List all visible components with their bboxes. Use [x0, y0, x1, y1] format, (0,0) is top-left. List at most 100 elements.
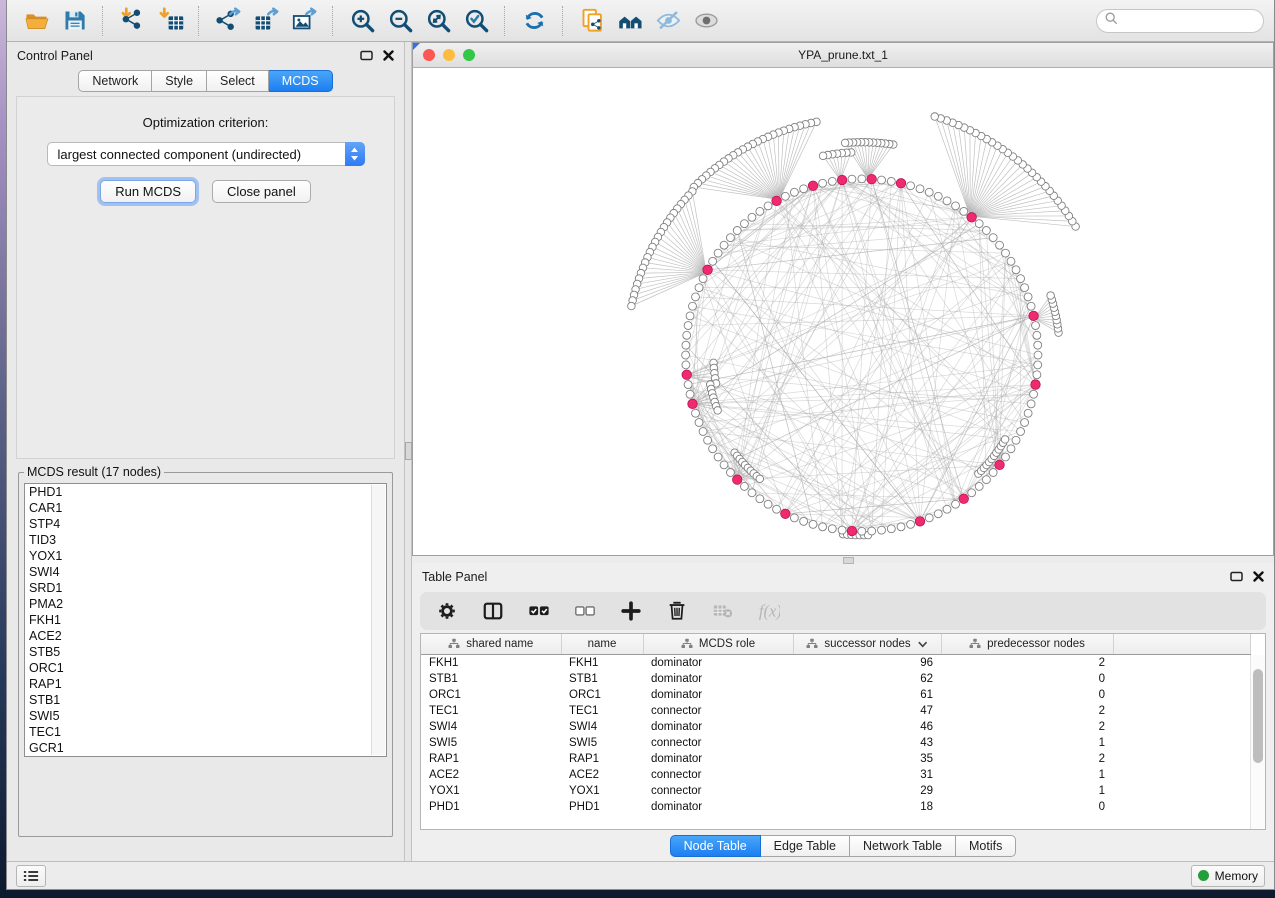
close-panel-button[interactable]: Close panel [212, 180, 311, 203]
cell-name[interactable]: PHD1 [561, 799, 643, 815]
cell-name[interactable]: SWI4 [561, 719, 643, 735]
refresh-button[interactable] [515, 5, 553, 37]
export-table-button[interactable] [247, 5, 285, 37]
table-row[interactable]: YOX1YOX1connector291 [421, 783, 1251, 799]
cell-successor_nodes[interactable]: 43 [793, 735, 941, 751]
cell-name[interactable]: FKH1 [561, 655, 643, 672]
tab-mcds[interactable]: MCDS [269, 70, 333, 92]
show-all-button[interactable] [687, 5, 725, 37]
close-table-panel-icon[interactable] [1253, 571, 1264, 582]
first-neighbors-button[interactable] [611, 5, 649, 37]
cell-predecessor_nodes[interactable]: 1 [941, 767, 1113, 783]
cell-predecessor_nodes[interactable]: 2 [941, 655, 1113, 672]
minimize-window-button[interactable] [443, 49, 455, 61]
zoom-out-button[interactable] [381, 5, 419, 37]
cell-shared_name[interactable]: TEC1 [421, 703, 561, 719]
cell-predecessor_nodes[interactable]: 1 [941, 735, 1113, 751]
cell-predecessor_nodes[interactable]: 2 [941, 719, 1113, 735]
mcds-result-item[interactable]: FKH1 [25, 612, 386, 628]
cell-mcds_role[interactable]: dominator [643, 655, 793, 672]
search-field[interactable] [1096, 9, 1264, 33]
cell-shared_name[interactable]: ACE2 [421, 767, 561, 783]
search-input[interactable] [1123, 13, 1255, 29]
save-session-button[interactable] [55, 5, 93, 37]
cell-successor_nodes[interactable]: 18 [793, 799, 941, 815]
mcds-result-item[interactable]: STB1 [25, 692, 386, 708]
cell-predecessor_nodes[interactable]: 0 [941, 799, 1113, 815]
network-window-titlebar[interactable]: YPA_prune.txt_1 [413, 43, 1273, 68]
mcds-result-item[interactable]: SWI5 [25, 708, 386, 724]
mcds-result-item[interactable]: CAR1 [25, 500, 386, 516]
cell-predecessor_nodes[interactable]: 0 [941, 687, 1113, 703]
mcds-result-item[interactable]: SRD1 [25, 580, 386, 596]
zoom-fit-button[interactable] [419, 5, 457, 37]
table-row[interactable]: RAP1RAP1dominator352 [421, 751, 1251, 767]
split-columns-button[interactable] [482, 600, 504, 622]
table-tab-node-table[interactable]: Node Table [670, 835, 761, 857]
table-tab-network-table[interactable]: Network Table [850, 835, 956, 857]
cell-successor_nodes[interactable]: 62 [793, 671, 941, 687]
cell-mcds_role[interactable]: connector [643, 703, 793, 719]
cell-mcds_role[interactable]: dominator [643, 719, 793, 735]
cell-mcds_role[interactable]: dominator [643, 751, 793, 767]
select-all-button[interactable] [528, 600, 550, 622]
mcds-result-item[interactable]: SWI4 [25, 564, 386, 580]
cell-name[interactable]: RAP1 [561, 751, 643, 767]
table-row[interactable]: SWI5SWI5connector431 [421, 735, 1251, 751]
cell-shared_name[interactable]: YOX1 [421, 783, 561, 799]
zoom-in-button[interactable] [343, 5, 381, 37]
cell-successor_nodes[interactable]: 31 [793, 767, 941, 783]
horizontal-splitter-handle[interactable] [843, 557, 854, 564]
task-history-button[interactable] [16, 865, 46, 887]
mcds-result-item[interactable]: YOX1 [25, 548, 386, 564]
tab-style[interactable]: Style [152, 70, 207, 92]
horizontal-splitter[interactable] [412, 556, 1274, 563]
zoom-window-button[interactable] [463, 49, 475, 61]
cell-successor_nodes[interactable]: 46 [793, 719, 941, 735]
cell-mcds_role[interactable]: connector [643, 735, 793, 751]
run-mcds-button[interactable]: Run MCDS [100, 180, 196, 203]
cell-successor_nodes[interactable]: 47 [793, 703, 941, 719]
cell-predecessor_nodes[interactable]: 1 [941, 783, 1113, 799]
float-table-panel-icon[interactable] [1230, 571, 1243, 582]
zoom-selected-button[interactable] [457, 5, 495, 37]
cell-predecessor_nodes[interactable]: 2 [941, 703, 1113, 719]
table-scrollbar[interactable] [1250, 655, 1265, 829]
cell-successor_nodes[interactable]: 96 [793, 655, 941, 672]
cell-name[interactable]: STB1 [561, 671, 643, 687]
cell-successor_nodes[interactable]: 29 [793, 783, 941, 799]
table-row[interactable]: PHD1PHD1dominator180 [421, 799, 1251, 815]
mcds-result-item[interactable]: TEC1 [25, 724, 386, 740]
mcds-result-item[interactable]: PHD1 [25, 484, 386, 500]
cell-mcds_role[interactable]: dominator [643, 799, 793, 815]
cell-name[interactable]: ORC1 [561, 687, 643, 703]
cell-predecessor_nodes[interactable]: 0 [941, 671, 1113, 687]
cell-shared_name[interactable]: SWI4 [421, 719, 561, 735]
cell-shared_name[interactable]: SWI5 [421, 735, 561, 751]
cell-name[interactable]: ACE2 [561, 767, 643, 783]
cell-mcds_role[interactable]: connector [643, 767, 793, 783]
vertical-splitter[interactable] [404, 42, 412, 861]
table-row[interactable]: SWI4SWI4dominator462 [421, 719, 1251, 735]
table-row[interactable]: STB1STB1dominator620 [421, 671, 1251, 687]
import-network-button[interactable] [113, 5, 151, 37]
deselect-all-button[interactable] [574, 600, 596, 622]
cell-mcds_role[interactable]: connector [643, 783, 793, 799]
column-header-shared-name[interactable]: shared name [421, 634, 561, 655]
column-header-name[interactable]: name [561, 634, 643, 655]
tab-select[interactable]: Select [207, 70, 269, 92]
table-scrollbar-thumb[interactable] [1253, 669, 1263, 763]
mcds-result-list[interactable]: PHD1CAR1STP4TID3YOX1SWI4SRD1PMA2FKH1ACE2… [24, 483, 387, 757]
hide-selected-button[interactable] [649, 5, 687, 37]
table-row[interactable]: FKH1FKH1dominator962 [421, 655, 1251, 672]
tab-network[interactable]: Network [78, 70, 152, 92]
memory-button[interactable]: Memory [1191, 865, 1265, 887]
mcds-list-scrollbar[interactable] [371, 485, 385, 755]
export-network-button[interactable] [209, 5, 247, 37]
create-column-button[interactable] [620, 600, 642, 622]
mcds-result-item[interactable]: STP4 [25, 516, 386, 532]
column-header-predecessor-nodes[interactable]: predecessor nodes [941, 634, 1113, 655]
export-image-button[interactable] [285, 5, 323, 37]
cell-shared_name[interactable]: FKH1 [421, 655, 561, 672]
settings-gear-button[interactable] [436, 600, 458, 622]
